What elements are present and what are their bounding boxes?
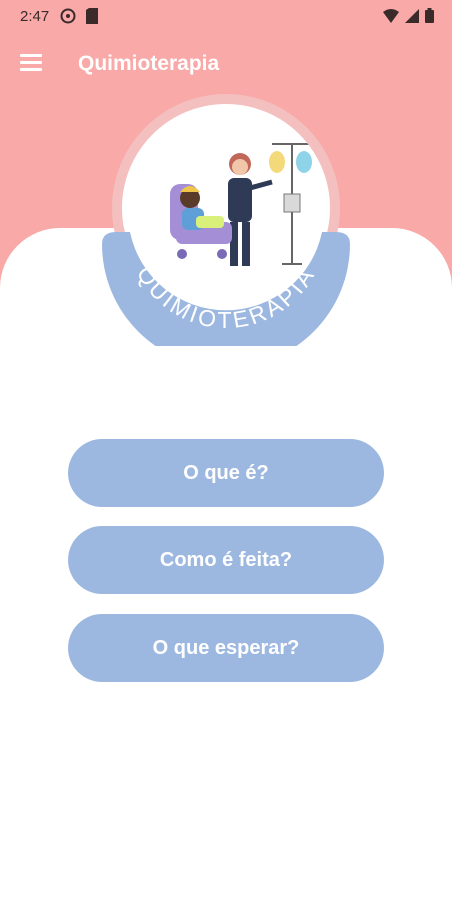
quimioterapia-logo: QUIMIOTERAPIA	[100, 94, 352, 346]
o-que-e-button[interactable]: O que é?	[68, 439, 384, 507]
signal-icon	[405, 8, 419, 23]
app-title: Quimioterapia	[78, 52, 220, 75]
sim-card-icon	[86, 8, 98, 24]
logo-band: QUIMIOTERAPIA	[102, 232, 350, 346]
o-que-esperar-button[interactable]: O que esperar?	[68, 614, 384, 682]
battery-icon	[425, 8, 434, 23]
wifi-icon	[383, 8, 399, 23]
status-time: 2:47	[20, 8, 50, 25]
como-e-feita-button[interactable]: Como é feita?	[68, 526, 384, 594]
hamburger-menu-icon[interactable]	[20, 54, 42, 72]
status-bar: 2:47	[0, 0, 452, 32]
settings-status-icon	[60, 8, 76, 24]
app-bar: Quimioterapia	[0, 40, 452, 88]
